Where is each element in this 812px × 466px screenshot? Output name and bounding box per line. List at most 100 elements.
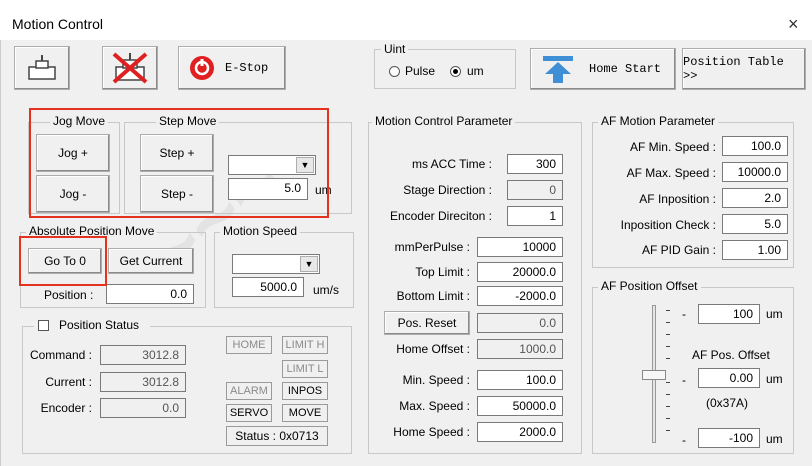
- af-offset-unit: um: [766, 372, 783, 386]
- limit-h-status: LIMIT H: [282, 336, 328, 354]
- get-current-button[interactable]: Get Current: [108, 248, 194, 274]
- af-label: AF Min. Speed :: [629, 140, 716, 154]
- mcp-label: Encoder Direciton :: [389, 209, 492, 223]
- encoder-label: Encoder :: [40, 401, 92, 415]
- af-value[interactable]: 5.0: [722, 214, 788, 234]
- mcp-value[interactable]: 50000.0: [477, 396, 563, 416]
- command-value: 3012.8: [100, 345, 186, 365]
- af-offset-dash: -: [682, 433, 686, 447]
- af-value[interactable]: 100.0: [722, 136, 788, 156]
- move-status: MOVE: [282, 404, 328, 422]
- mcp-label: Min. Speed :: [402, 373, 470, 387]
- af-value[interactable]: 10000.0: [722, 162, 788, 182]
- mcp-value[interactable]: 2000.0: [477, 422, 563, 442]
- motion-speed-title: Motion Speed: [220, 224, 301, 238]
- speed-combo-value: [233, 255, 237, 269]
- stage-button[interactable]: [14, 46, 70, 90]
- af-label: AF Max. Speed :: [626, 166, 716, 180]
- af-offset-top-input[interactable]: 100: [698, 304, 760, 324]
- mcp-value[interactable]: 100.0: [477, 370, 563, 390]
- mcp-value[interactable]: 300: [507, 154, 563, 174]
- stage-disabled-icon: [112, 52, 148, 84]
- status-code: Status : 0x0713: [226, 426, 328, 446]
- pulse-radio[interactable]: [389, 66, 400, 77]
- af-offset-mid-input[interactable]: 0.00: [698, 368, 760, 388]
- mcp-value[interactable]: -2000.0: [477, 286, 563, 306]
- pos-reset-value: 0.0: [477, 313, 563, 333]
- command-label: Command :: [29, 348, 92, 362]
- um-label: um: [467, 64, 484, 78]
- inpos-status: INPOS: [282, 382, 328, 400]
- mcp-label: Bottom Limit :: [396, 289, 470, 303]
- home-arrow-icon: [543, 56, 573, 83]
- servo-status: SERVO: [226, 404, 272, 422]
- mcp-value[interactable]: 20000.0: [477, 262, 563, 282]
- home-status: HOME: [226, 336, 272, 354]
- combo-arrow-icon: ▼: [300, 256, 318, 272]
- speed-input[interactable]: 5000.0: [232, 277, 304, 297]
- mcp-label: mmPerPulse :: [394, 240, 470, 254]
- close-icon[interactable]: ×: [788, 14, 799, 35]
- af-value[interactable]: 1.00: [722, 240, 788, 260]
- speed-combo[interactable]: ▼: [232, 254, 320, 274]
- position-status-checkbox[interactable]: [38, 320, 49, 331]
- position-status-title: Position Status: [59, 318, 140, 332]
- slider-tick: [666, 310, 670, 311]
- um-radio[interactable]: [450, 66, 461, 77]
- af-offset-bottom-input[interactable]: -100: [698, 428, 760, 448]
- af-title: AF Motion Parameter: [598, 114, 719, 128]
- af-offset-dash: -: [682, 373, 686, 387]
- slider-tick: [666, 430, 670, 431]
- slider-tick: [666, 394, 670, 395]
- mcp-value[interactable]: 1000.0: [477, 339, 563, 359]
- position-table-button[interactable]: Position Table >>: [682, 48, 806, 90]
- mcp-label: Home Speed :: [393, 425, 470, 439]
- mcp-value[interactable]: 0: [507, 180, 563, 200]
- speed-unit: um/s: [313, 283, 340, 297]
- af-offset-unit: um: [766, 307, 783, 321]
- estop-button[interactable]: E-Stop: [178, 46, 286, 90]
- stage-disable-button[interactable]: [102, 46, 158, 90]
- estop-icon: [190, 56, 214, 80]
- stage-icon: [28, 55, 56, 80]
- mcp-value[interactable]: 10000: [477, 237, 563, 257]
- current-value: 3012.8: [100, 372, 186, 392]
- limit-l-status: LIMIT L: [282, 360, 328, 378]
- slider-tick: [666, 406, 670, 407]
- af-offset-slider-thumb[interactable]: [642, 370, 666, 380]
- mcp-value[interactable]: 1: [507, 206, 563, 226]
- alarm-status: ALARM: [226, 382, 272, 400]
- position-label: Position :: [44, 288, 94, 302]
- af-offset-label: AF Pos. Offset: [692, 348, 770, 362]
- unit-group-title: Uint: [381, 42, 409, 56]
- mcp-label: Max. Speed :: [399, 399, 470, 413]
- position-input[interactable]: 0.0: [106, 284, 194, 304]
- af-value[interactable]: 2.0: [722, 188, 788, 208]
- af-offset-group: [592, 287, 794, 454]
- pos-reset-button[interactable]: Pos. Reset: [384, 311, 470, 335]
- home-start-button[interactable]: Home Start: [530, 48, 676, 90]
- home-start-label: Home Start: [589, 62, 662, 76]
- goto-highlight: [19, 236, 107, 286]
- mcp-label: ms ACC Time :: [411, 157, 492, 171]
- mcp-label: Top Limit :: [415, 265, 470, 279]
- af-label: Inposition Check :: [620, 218, 716, 232]
- af-offset-unit: um: [766, 432, 783, 446]
- pulse-label: Pulse: [405, 64, 436, 78]
- current-label: Current :: [45, 375, 92, 389]
- window-title: Motion Control: [12, 16, 104, 32]
- slider-tick: [666, 334, 670, 335]
- slider-tick: [666, 358, 670, 359]
- af-offset-hex: (0x37A): [706, 396, 749, 410]
- slider-tick: [666, 322, 670, 323]
- estop-label: E-Stop: [225, 61, 269, 75]
- slider-tick: [666, 382, 670, 383]
- af-offset-title: AF Position Offset: [598, 279, 701, 293]
- af-label: AF Inposition :: [639, 192, 716, 206]
- mcp-title: Motion Control Parameter: [372, 114, 516, 128]
- af-label: AF PID Gain :: [641, 243, 716, 257]
- slider-tick: [666, 418, 670, 419]
- mcp-label: Stage Direction :: [403, 183, 492, 197]
- title-bar: [0, 0, 812, 40]
- encoder-value: 0.0: [100, 398, 186, 418]
